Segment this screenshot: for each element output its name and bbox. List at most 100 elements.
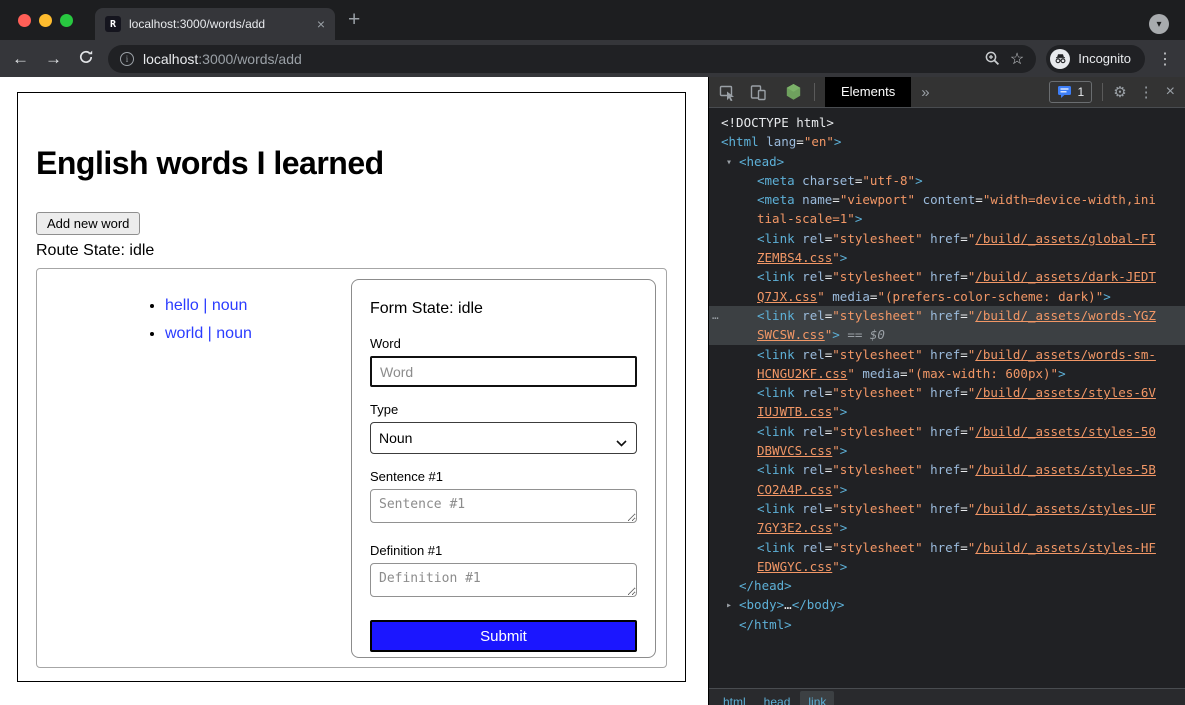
submit-button[interactable]: Submit xyxy=(370,620,637,652)
code-line[interactable]: DBWVCS.css"> xyxy=(709,441,1185,460)
zoom-icon[interactable] xyxy=(984,50,1001,67)
settings-gear-icon[interactable]: ⚙ xyxy=(1113,83,1126,101)
window-zoom-button[interactable] xyxy=(60,14,73,27)
browser-tab[interactable]: R localhost:3000/words/add × xyxy=(95,8,335,40)
code-token: href xyxy=(930,269,960,284)
back-button[interactable]: ← xyxy=(12,50,29,67)
breadcrumb-head[interactable]: head xyxy=(756,691,799,705)
code-token: IUJWTB.css xyxy=(757,404,832,419)
code-token: /build/_assets/styles-UF xyxy=(975,501,1156,516)
issues-counter[interactable]: 1 xyxy=(1049,81,1093,103)
code-line[interactable]: 7GY3E2.css"> xyxy=(709,518,1185,537)
code-token xyxy=(923,385,931,400)
code-token: == $0 xyxy=(840,327,885,342)
code-line[interactable]: HCNGU2KF.css" media="(max-width: 600px)"… xyxy=(709,364,1185,383)
window-close-button[interactable] xyxy=(18,14,31,27)
code-token: <link xyxy=(757,501,795,516)
code-line[interactable]: SWCSW.css"> == $0 xyxy=(709,325,1185,344)
expand-arrow-icon[interactable]: ▸ xyxy=(726,596,732,615)
code-token: <html xyxy=(721,134,759,149)
code-token: href xyxy=(930,424,960,439)
code-line[interactable]: Q7JX.css" media="(prefers-color-scheme: … xyxy=(709,287,1185,306)
word-input[interactable] xyxy=(370,356,637,387)
devtools-close-icon[interactable]: × xyxy=(1166,83,1175,101)
code-line[interactable]: ▸<body>…</body> xyxy=(709,595,1185,614)
code-line[interactable]: CO2A4P.css"> xyxy=(709,480,1185,499)
code-line[interactable]: IUJWTB.css"> xyxy=(709,402,1185,421)
code-token: = xyxy=(960,501,968,516)
extension-icon[interactable] xyxy=(785,83,802,101)
code-token: "stylesheet" xyxy=(832,385,922,400)
page-info-icon[interactable]: i xyxy=(120,52,134,66)
code-line[interactable]: <meta charset="utf-8"> xyxy=(709,171,1185,190)
devtools-code: <!DOCTYPE html><html lang="en"> ▾ <head> <m… xyxy=(709,108,1185,688)
definition-textarea[interactable] xyxy=(370,563,637,597)
add-new-word-button[interactable]: Add new word xyxy=(36,212,140,235)
reload-button[interactable] xyxy=(78,49,94,68)
code-line[interactable]: <meta name="viewport" content="width=dev… xyxy=(709,190,1185,209)
code-line[interactable]: <link rel="stylesheet" href="/build/_ass… xyxy=(709,538,1185,557)
word-field: Word xyxy=(370,336,637,387)
code-line[interactable]: <!DOCTYPE html> xyxy=(709,113,1185,132)
collapse-arrow-icon[interactable]: ▾ xyxy=(726,153,732,172)
new-tab-button[interactable]: + xyxy=(348,8,360,32)
code-line[interactable]: <link rel="stylesheet" href="/build/_ass… xyxy=(709,345,1185,364)
code-line[interactable]: </html> xyxy=(709,615,1185,634)
breadcrumb-link[interactable]: link xyxy=(800,691,834,705)
browser-menu-kebab-icon[interactable]: ⋮ xyxy=(1157,49,1173,69)
message-bubble-icon xyxy=(1057,85,1072,99)
code-line[interactable]: <link rel="stylesheet" href="/build/_ass… xyxy=(709,229,1185,248)
window-minimize-button[interactable] xyxy=(39,14,52,27)
code-token: "viewport" xyxy=(840,192,915,207)
more-tabs-button[interactable]: » xyxy=(921,84,929,101)
breadcrumb-html[interactable]: html xyxy=(715,691,754,705)
code-line[interactable]: </head> xyxy=(709,576,1185,595)
code-token: <link xyxy=(757,462,795,477)
code-token: href xyxy=(930,385,960,400)
word-link[interactable]: hello | noun xyxy=(165,297,247,314)
code-token: > xyxy=(840,250,848,265)
code-line[interactable]: ZEMBS4.css"> xyxy=(709,248,1185,267)
code-token: … xyxy=(784,597,792,612)
code-token: /build/_assets/styles-50 xyxy=(975,424,1156,439)
tab-elements[interactable]: Elements xyxy=(825,77,911,107)
code-line[interactable]: EDWGYC.css"> xyxy=(709,557,1185,576)
code-line[interactable]: <link rel="stylesheet" href="/build/_ass… xyxy=(709,267,1185,286)
bookmark-star-icon[interactable]: ☆ xyxy=(1010,49,1024,69)
devtools-menu-kebab-icon[interactable]: ⋮ xyxy=(1139,83,1154,101)
code-token: > xyxy=(855,211,863,226)
type-select[interactable]: Noun xyxy=(370,422,637,454)
code-token: <head> xyxy=(739,154,784,169)
code-token: /build/_assets/words-YGZ xyxy=(975,308,1156,323)
url-host: localhost xyxy=(143,51,198,67)
forward-button[interactable]: → xyxy=(45,50,62,67)
tab-search-chevron-icon[interactable]: ▾ xyxy=(1149,14,1169,34)
node-options-dots[interactable]: … xyxy=(712,306,720,325)
code-line[interactable]: <link rel="stylesheet" href="/build/_ass… xyxy=(709,383,1185,402)
code-line[interactable]: …<link rel="stylesheet" href="/build/_as… xyxy=(709,306,1185,325)
word-link[interactable]: world | noun xyxy=(165,325,252,342)
sentence-textarea[interactable] xyxy=(370,489,637,523)
code-token: <link xyxy=(757,308,795,323)
code-line[interactable]: <link rel="stylesheet" href="/build/_ass… xyxy=(709,422,1185,441)
code-token: = xyxy=(960,269,968,284)
code-token: </body> xyxy=(792,597,845,612)
code-line[interactable]: tial-scale=1"> xyxy=(709,209,1185,228)
code-line[interactable]: <link rel="stylesheet" href="/build/_ass… xyxy=(709,499,1185,518)
code-token: " xyxy=(832,443,840,458)
code-line[interactable]: ▾ <head> xyxy=(709,152,1185,171)
code-token: "stylesheet" xyxy=(832,308,922,323)
tab-close-icon[interactable]: × xyxy=(317,17,325,31)
code-token: = xyxy=(960,462,968,477)
code-token: " xyxy=(847,366,855,381)
code-line[interactable]: <link rel="stylesheet" href="/build/_ass… xyxy=(709,460,1185,479)
code-token: > xyxy=(1058,366,1066,381)
code-line[interactable]: <html lang="en"> xyxy=(709,132,1185,151)
code-token xyxy=(923,269,931,284)
inspect-element-button[interactable] xyxy=(719,84,736,101)
address-bar[interactable]: i localhost:3000/words/add ☆ xyxy=(108,45,1036,73)
code-token xyxy=(923,462,931,477)
incognito-icon xyxy=(1050,49,1070,69)
device-toolbar-button[interactable] xyxy=(750,84,767,101)
code-token: 7GY3E2.css xyxy=(757,520,832,535)
